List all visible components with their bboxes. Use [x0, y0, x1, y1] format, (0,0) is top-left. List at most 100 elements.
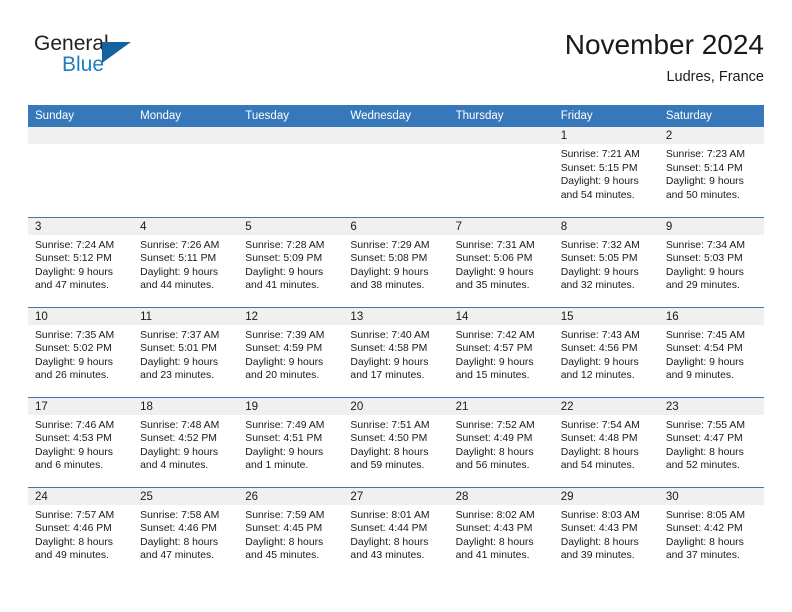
- calendar-cell[interactable]: 22 Sunrise: 7:54 AM Sunset: 4:48 PM Dayligh…: [553, 396, 659, 487]
- day-details: Sunrise: 7:55 AM Sunset: 4:47 PM Daylight:…: [659, 415, 764, 473]
- sunrise-text: Sunrise: 7:26 AM: [140, 239, 220, 251]
- calendar-cell[interactable]: 18 Sunrise: 7:48 AM Sunset: 4:52 PM Dayligh…: [133, 396, 239, 487]
- daylight-text-line2: and 52 minutes.: [665, 460, 740, 472]
- calendar-cell[interactable]: [238, 127, 344, 217]
- day-cell: 16 Sunrise: 7:45 AM Sunset: 4:54 PM Dayligh…: [658, 307, 764, 396]
- day-details: Sunrise: 7:23 AM Sunset: 5:14 PM Daylight:…: [659, 144, 764, 202]
- calendar-cell[interactable]: 3 Sunrise: 7:24 AM Sunset: 5:12 PM Daylight…: [28, 216, 134, 307]
- day-number: 11: [133, 307, 239, 325]
- day-cell-empty: [238, 127, 344, 215]
- sunrise-text: Sunrise: 7:21 AM: [560, 149, 640, 160]
- weekday-header-thursday: Thursday: [448, 105, 554, 127]
- day-cell: 12 Sunrise: 7:39 AM Sunset: 4:59 PM Dayligh…: [238, 307, 344, 396]
- calendar-cell[interactable]: 12 Sunrise: 7:39 AM Sunset: 4:59 PM Dayligh…: [238, 306, 344, 397]
- calendar-cell[interactable]: 14 Sunrise: 7:42 AM Sunset: 4:57 PM Dayligh…: [448, 306, 554, 397]
- day-cell: 19 Sunrise: 7:49 AM Sunset: 4:51 PM Dayligh…: [238, 397, 344, 486]
- daylight-text-line2: and 6 minutes.: [35, 460, 104, 472]
- day-details: Sunrise: 7:58 AM Sunset: 4:46 PM Daylight:…: [133, 505, 238, 563]
- day-details: Sunrise: 7:48 AM Sunset: 4:52 PM Daylight:…: [133, 415, 238, 473]
- day-number: 6: [343, 217, 449, 235]
- calendar-cell[interactable]: 8 Sunrise: 7:32 AM Sunset: 5:05 PM Daylight…: [553, 216, 659, 307]
- daylight-text-line1: Daylight: 8 hours: [245, 536, 324, 548]
- day-cell: 14 Sunrise: 7:42 AM Sunset: 4:57 PM Dayligh…: [448, 307, 554, 396]
- daylight-text-line1: Daylight: 9 hours: [245, 356, 324, 368]
- day-cell-empty: [133, 127, 239, 215]
- sunset-text: Sunset: 4:49 PM: [455, 433, 533, 445]
- day-cell: 15 Sunrise: 7:43 AM Sunset: 4:56 PM Dayligh…: [553, 307, 659, 396]
- calendar-cell[interactable]: 15 Sunrise: 7:43 AM Sunset: 4:56 PM Dayligh…: [553, 306, 659, 397]
- sunrise-text: Sunrise: 8:01 AM: [350, 509, 430, 521]
- calendar-cell[interactable]: 25 Sunrise: 7:58 AM Sunset: 4:46 PM Dayligh…: [133, 486, 239, 577]
- calendar-cell[interactable]: 17 Sunrise: 7:46 AM Sunset: 4:53 PM Dayligh…: [28, 396, 134, 487]
- day-cell: 17 Sunrise: 7:46 AM Sunset: 4:53 PM Dayligh…: [28, 397, 134, 486]
- day-cell-empty: [28, 127, 134, 215]
- calendar-cell[interactable]: 19 Sunrise: 7:49 AM Sunset: 4:51 PM Dayligh…: [238, 396, 344, 487]
- calendar-cell[interactable]: 6 Sunrise: 7:29 AM Sunset: 5:08 PM Daylight…: [343, 216, 449, 307]
- calendar-cell[interactable]: [133, 127, 239, 217]
- daylight-text-line1: Daylight: 9 hours: [35, 356, 113, 368]
- day-cell: 22 Sunrise: 7:54 AM Sunset: 4:48 PM Dayligh…: [553, 397, 659, 486]
- day-cell-empty: [343, 127, 449, 215]
- day-details: Sunrise: 7:37 AM Sunset: 5:01 PM Daylight:…: [133, 325, 238, 383]
- daylight-text-line1: Daylight: 9 hours: [140, 266, 219, 278]
- calendar-cell[interactable]: 7 Sunrise: 7:31 AM Sunset: 5:06 PM Daylight…: [448, 216, 554, 307]
- day-number: 1: [553, 127, 659, 144]
- day-cell: 7 Sunrise: 7:31 AM Sunset: 5:06 PM Daylight…: [448, 217, 554, 306]
- daylight-text-line1: Daylight: 8 hours: [350, 536, 429, 548]
- sunset-text: Sunset: 4:54 PM: [665, 343, 743, 355]
- day-details: Sunrise: 8:03 AM Sunset: 4:43 PM Daylight:…: [554, 505, 659, 563]
- calendar-cell[interactable]: 27 Sunrise: 8:01 AM Sunset: 4:44 PM Dayligh…: [343, 486, 449, 577]
- calendar-cell[interactable]: 20 Sunrise: 7:51 AM Sunset: 4:50 PM Dayligh…: [343, 396, 449, 487]
- day-details: Sunrise: 7:42 AM Sunset: 4:57 PM Daylight:…: [449, 325, 554, 383]
- day-cell: 4 Sunrise: 7:26 AM Sunset: 5:11 PM Daylight…: [133, 217, 239, 306]
- calendar-cell[interactable]: 21 Sunrise: 7:52 AM Sunset: 4:49 PM Dayligh…: [448, 396, 554, 487]
- day-cell: 1 Sunrise: 7:21 AM Sunset: 5:15 PM Daylight…: [553, 127, 659, 215]
- day-details: Sunrise: 7:28 AM Sunset: 5:09 PM Daylight:…: [238, 235, 343, 293]
- calendar-cell[interactable]: 26 Sunrise: 7:59 AM Sunset: 4:45 PM Dayligh…: [238, 486, 344, 577]
- daylight-text-line2: and 49 minutes.: [35, 550, 109, 562]
- calendar-cell[interactable]: 4 Sunrise: 7:26 AM Sunset: 5:11 PM Daylight…: [133, 216, 239, 307]
- sunrise-text: Sunrise: 7:59 AM: [245, 509, 325, 521]
- daylight-text-line2: and 35 minutes.: [455, 280, 530, 292]
- calendar-cell[interactable]: 10 Sunrise: 7:35 AM Sunset: 5:02 PM Dayligh…: [28, 306, 134, 397]
- day-number: 24: [28, 487, 134, 505]
- calendar-cell[interactable]: 9 Sunrise: 7:34 AM Sunset: 5:03 PM Daylight…: [658, 216, 764, 307]
- sunset-text: Sunset: 4:53 PM: [35, 433, 112, 445]
- page-header: General Blue November 2024 Ludres, Franc…: [28, 28, 764, 90]
- daylight-text-line1: Daylight: 8 hours: [350, 446, 429, 458]
- daylight-text-line2: and 15 minutes.: [455, 370, 530, 382]
- general-blue-logo[interactable]: General Blue: [28, 32, 228, 86]
- day-details: Sunrise: 7:31 AM Sunset: 5:06 PM Daylight:…: [449, 235, 554, 293]
- sunset-text: Sunset: 5:05 PM: [560, 253, 638, 265]
- calendar-cell[interactable]: 28 Sunrise: 8:02 AM Sunset: 4:43 PM Dayligh…: [448, 486, 554, 577]
- calendar-cell[interactable]: [28, 127, 134, 217]
- calendar-cell[interactable]: 24 Sunrise: 7:57 AM Sunset: 4:46 PM Dayligh…: [28, 486, 134, 577]
- calendar-cell[interactable]: 30 Sunrise: 8:05 AM Sunset: 4:42 PM Dayligh…: [658, 486, 764, 577]
- calendar-cell[interactable]: [448, 127, 554, 217]
- sunset-text: Sunset: 4:43 PM: [455, 523, 533, 535]
- calendar-cell[interactable]: 1 Sunrise: 7:21 AM Sunset: 5:15 PM Daylight…: [553, 127, 659, 217]
- sunrise-text: Sunrise: 7:24 AM: [35, 239, 115, 251]
- calendar-cell[interactable]: 16 Sunrise: 7:45 AM Sunset: 4:54 PM Dayligh…: [658, 306, 764, 397]
- calendar-cell[interactable]: [343, 127, 449, 217]
- sunrise-text: Sunrise: 7:43 AM: [560, 329, 640, 341]
- daylight-text-line2: and 9 minutes.: [665, 370, 735, 382]
- calendar-cell[interactable]: 23 Sunrise: 7:55 AM Sunset: 4:47 PM Dayligh…: [658, 396, 764, 487]
- day-details: Sunrise: 7:57 AM Sunset: 4:46 PM Daylight:…: [28, 505, 133, 563]
- sunset-text: Sunset: 4:57 PM: [455, 343, 533, 355]
- daylight-text-line2: and 1 minute.: [245, 460, 309, 472]
- calendar-cell[interactable]: 13 Sunrise: 7:40 AM Sunset: 4:58 PM Dayligh…: [343, 306, 449, 397]
- calendar-page: General Blue November 2024 Ludres, Franc…: [0, 0, 792, 612]
- day-cell: 8 Sunrise: 7:32 AM Sunset: 5:05 PM Daylight…: [553, 217, 659, 306]
- calendar-cell[interactable]: 29 Sunrise: 8:03 AM Sunset: 4:43 PM Dayligh…: [553, 486, 659, 577]
- calendar-cell[interactable]: 2 Sunrise: 7:23 AM Sunset: 5:14 PM Daylight…: [658, 127, 764, 217]
- daylight-text-line1: Daylight: 9 hours: [560, 266, 639, 278]
- calendar-week-row: 1 Sunrise: 7:21 AM Sunset: 5:15 PM Daylight…: [28, 127, 764, 217]
- sunrise-text: Sunrise: 7:32 AM: [560, 239, 640, 251]
- calendar-cell[interactable]: 11 Sunrise: 7:37 AM Sunset: 5:01 PM Dayligh…: [133, 306, 239, 397]
- calendar-cell[interactable]: 5 Sunrise: 7:28 AM Sunset: 5:09 PM Daylight…: [238, 216, 344, 307]
- daylight-text-line1: Daylight: 9 hours: [455, 266, 534, 278]
- day-details: Sunrise: 7:45 AM Sunset: 4:54 PM Daylight:…: [659, 325, 764, 383]
- day-cell: 9 Sunrise: 7:34 AM Sunset: 5:03 PM Daylight…: [658, 217, 764, 306]
- sunset-text: Sunset: 4:56 PM: [560, 343, 638, 355]
